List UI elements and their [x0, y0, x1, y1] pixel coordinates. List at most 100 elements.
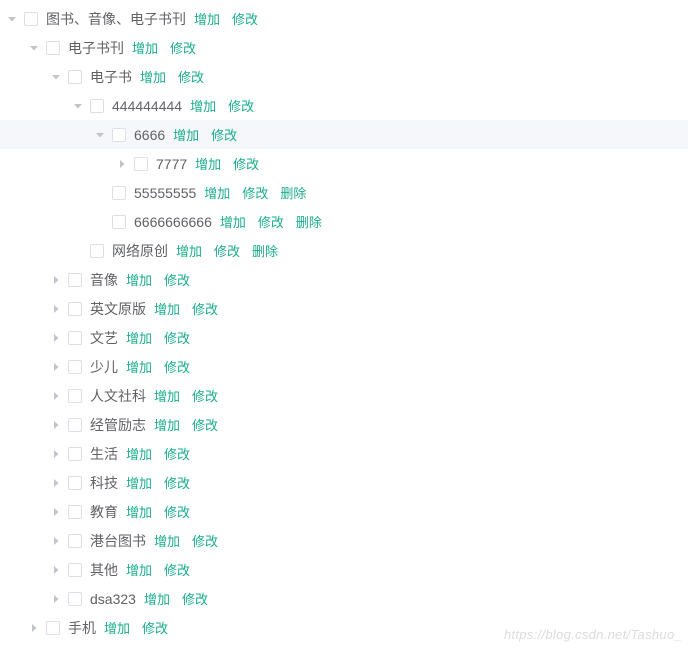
tree-node-content[interactable]: 文艺增加修改 — [0, 323, 688, 352]
add-button[interactable]: 增加 — [126, 270, 152, 289]
edit-button[interactable]: 修改 — [192, 415, 218, 434]
checkbox[interactable] — [24, 12, 38, 26]
caret-right-icon[interactable] — [44, 471, 68, 495]
tree-node-content[interactable]: 电子书刊增加修改 — [0, 33, 688, 62]
tree-node-content[interactable]: 其他增加修改 — [0, 555, 688, 584]
caret-right-icon[interactable] — [44, 326, 68, 350]
add-button[interactable]: 增加 — [140, 67, 166, 86]
edit-button[interactable]: 修改 — [232, 9, 258, 28]
checkbox[interactable] — [68, 505, 82, 519]
edit-button[interactable]: 修改 — [233, 154, 259, 173]
add-button[interactable]: 增加 — [144, 589, 170, 608]
checkbox[interactable] — [68, 331, 82, 345]
tree-node-content[interactable]: 7777增加修改 — [0, 149, 688, 178]
tree-node-content[interactable]: 英文原版增加修改 — [0, 294, 688, 323]
caret-right-icon[interactable] — [44, 529, 68, 553]
delete-button[interactable]: 删除 — [252, 241, 278, 260]
caret-right-icon[interactable] — [44, 558, 68, 582]
edit-button[interactable]: 修改 — [258, 212, 284, 231]
edit-button[interactable]: 修改 — [164, 357, 190, 376]
checkbox[interactable] — [68, 418, 82, 432]
edit-button[interactable]: 修改 — [164, 502, 190, 521]
checkbox[interactable] — [90, 244, 104, 258]
edit-button[interactable]: 修改 — [164, 473, 190, 492]
caret-down-icon[interactable] — [22, 36, 46, 60]
caret-right-icon[interactable] — [44, 355, 68, 379]
tree-node-content[interactable]: 人文社科增加修改 — [0, 381, 688, 410]
edit-button[interactable]: 修改 — [142, 618, 168, 637]
caret-down-icon[interactable] — [0, 7, 24, 31]
caret-right-icon[interactable] — [44, 442, 68, 466]
tree-node-content[interactable]: 科技增加修改 — [0, 468, 688, 497]
checkbox[interactable] — [68, 534, 82, 548]
checkbox[interactable] — [90, 99, 104, 113]
edit-button[interactable]: 修改 — [192, 386, 218, 405]
caret-right-icon[interactable] — [44, 587, 68, 611]
caret-down-icon[interactable] — [88, 123, 112, 147]
edit-button[interactable]: 修改 — [164, 560, 190, 579]
checkbox[interactable] — [68, 302, 82, 316]
add-button[interactable]: 增加 — [126, 502, 152, 521]
checkbox[interactable] — [46, 621, 60, 635]
add-button[interactable]: 增加 — [154, 415, 180, 434]
delete-button[interactable]: 删除 — [280, 183, 306, 202]
tree-node-content[interactable]: 图书、音像、电子书刊增加修改 — [0, 4, 688, 33]
add-button[interactable]: 增加 — [126, 357, 152, 376]
caret-right-icon[interactable] — [22, 616, 46, 640]
caret-right-icon[interactable] — [110, 152, 134, 176]
checkbox[interactable] — [68, 70, 82, 84]
checkbox[interactable] — [46, 41, 60, 55]
tree-node-content[interactable]: 少儿增加修改 — [0, 352, 688, 381]
edit-button[interactable]: 修改 — [164, 444, 190, 463]
checkbox[interactable] — [134, 157, 148, 171]
add-button[interactable]: 增加 — [194, 9, 220, 28]
caret-right-icon[interactable] — [44, 384, 68, 408]
caret-down-icon[interactable] — [44, 65, 68, 89]
tree-node-content[interactable]: 经管励志增加修改 — [0, 410, 688, 439]
edit-button[interactable]: 修改 — [214, 241, 240, 260]
add-button[interactable]: 增加 — [173, 125, 199, 144]
tree-node-content[interactable]: 港台图书增加修改 — [0, 526, 688, 555]
delete-button[interactable]: 删除 — [296, 212, 322, 231]
tree-node-content[interactable]: 生活增加修改 — [0, 439, 688, 468]
tree-node-content[interactable]: 444444444增加修改 — [0, 91, 688, 120]
checkbox[interactable] — [68, 273, 82, 287]
edit-button[interactable]: 修改 — [192, 531, 218, 550]
edit-button[interactable]: 修改 — [164, 328, 190, 347]
checkbox[interactable] — [68, 476, 82, 490]
tree-node-content[interactable]: 6666增加修改 — [0, 120, 688, 149]
edit-button[interactable]: 修改 — [182, 589, 208, 608]
checkbox[interactable] — [112, 128, 126, 142]
add-button[interactable]: 增加 — [220, 212, 246, 231]
checkbox[interactable] — [68, 592, 82, 606]
edit-button[interactable]: 修改 — [192, 299, 218, 318]
checkbox[interactable] — [68, 447, 82, 461]
tree-node-content[interactable]: 网络原创增加修改删除 — [0, 236, 688, 265]
add-button[interactable]: 增加 — [195, 154, 221, 173]
add-button[interactable]: 增加 — [154, 531, 180, 550]
add-button[interactable]: 增加 — [126, 560, 152, 579]
add-button[interactable]: 增加 — [154, 299, 180, 318]
caret-right-icon[interactable] — [44, 500, 68, 524]
tree-node-content[interactable]: 音像增加修改 — [0, 265, 688, 294]
tree-node-content[interactable]: 55555555增加修改删除 — [0, 178, 688, 207]
edit-button[interactable]: 修改 — [164, 270, 190, 289]
checkbox[interactable] — [68, 389, 82, 403]
tree-node-content[interactable]: 手机增加修改 — [0, 613, 688, 642]
caret-right-icon[interactable] — [44, 413, 68, 437]
edit-button[interactable]: 修改 — [228, 96, 254, 115]
add-button[interactable]: 增加 — [104, 618, 130, 637]
add-button[interactable]: 增加 — [154, 386, 180, 405]
checkbox[interactable] — [68, 563, 82, 577]
tree-node-content[interactable]: 教育增加修改 — [0, 497, 688, 526]
edit-button[interactable]: 修改 — [211, 125, 237, 144]
add-button[interactable]: 增加 — [204, 183, 230, 202]
tree-node-content[interactable]: dsa323增加修改 — [0, 584, 688, 613]
edit-button[interactable]: 修改 — [178, 67, 204, 86]
add-button[interactable]: 增加 — [176, 241, 202, 260]
add-button[interactable]: 增加 — [132, 38, 158, 57]
add-button[interactable]: 增加 — [126, 328, 152, 347]
edit-button[interactable]: 修改 — [242, 183, 268, 202]
add-button[interactable]: 增加 — [190, 96, 216, 115]
tree-node-content[interactable]: 6666666666增加修改删除 — [0, 207, 688, 236]
